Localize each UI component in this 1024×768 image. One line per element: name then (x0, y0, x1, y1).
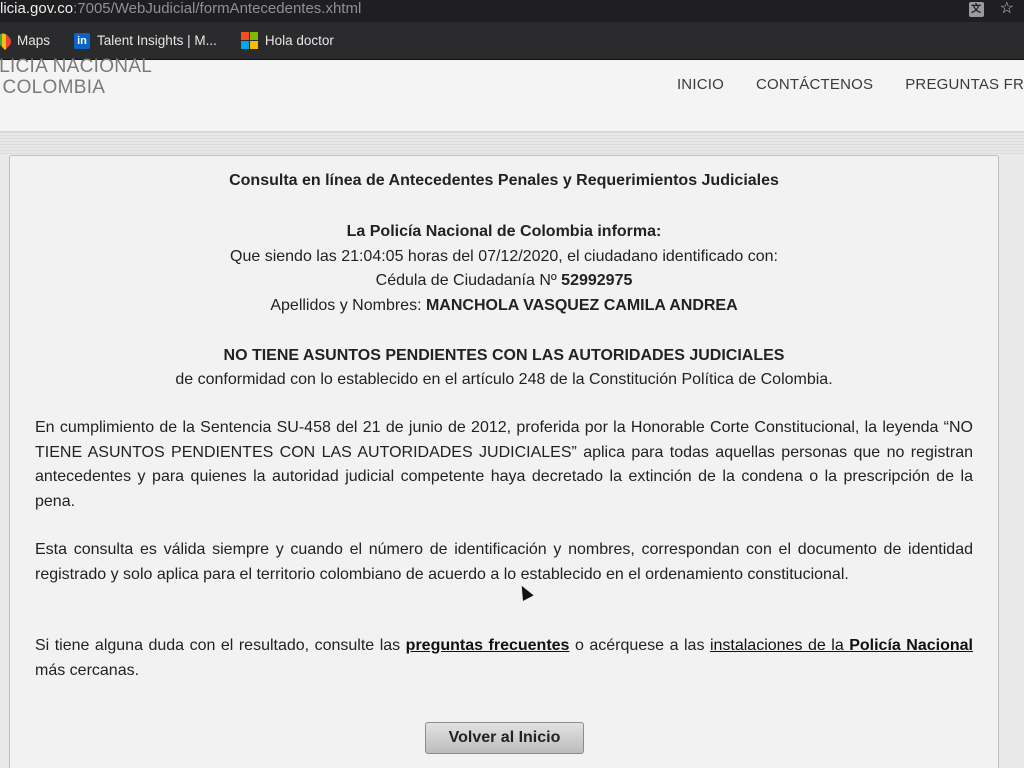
bookmark-star-icon[interactable]: ☆ (1000, 1, 1014, 17)
nav-inicio[interactable]: INICIO (677, 76, 724, 93)
stations-link-text: instalaciones de la (709, 637, 850, 654)
verdict-text: NO TIENE ASUNTOS PENDIENTES CON LAS AUTO… (223, 347, 785, 364)
time-prefix: Que siendo las (230, 247, 342, 265)
nav-preguntas-frecuentes[interactable]: PREGUNTAS FR (905, 76, 1024, 93)
name-line: Apellidos y Nombres: MANCHOLA VASQUEZ CA… (10, 294, 998, 319)
bookmarks-bar: Maps in Talent Insights | M... Hola doct… (0, 22, 1024, 60)
result-panel: Consulta en línea de Antecedentes Penale… (9, 155, 999, 768)
header-stripe (0, 132, 1024, 154)
citizen-name: MANCHOLA VASQUEZ CAMILA ANDREA (425, 296, 738, 314)
verdict-basis: de conformidad con lo establecido en el … (175, 371, 833, 388)
time-suffix: , el ciudadano identificado con: (558, 247, 778, 265)
stations-link-bold: Policía Nacional (849, 637, 973, 654)
validity-paragraph: Esta consulta es válida siempre y cuando… (35, 541, 973, 583)
help-prefix: Si tiene alguna duda con el resultado, c… (35, 637, 406, 654)
bookmark-label: Talent Insights | M... (97, 33, 217, 48)
maps-icon (0, 30, 14, 51)
informa-heading: La Policía Nacional de Colombia informa: (346, 223, 662, 240)
time-mid: horas del (403, 247, 479, 265)
consult-time: 21:04:05 (341, 247, 404, 265)
brand-line-1: OLICIA NACIONAL (0, 56, 153, 77)
consult-time-line: Que siendo las 21:04:05 horas del 07/12/… (10, 245, 998, 270)
back-to-home-button[interactable]: Volver al Inicio (425, 722, 584, 754)
bookmark-maps[interactable]: Maps (0, 30, 51, 51)
nav-contactenos[interactable]: CONTÁCTENOS (756, 76, 873, 93)
id-label: Cédula de Ciudadanía Nº (375, 272, 562, 289)
address-bar[interactable]: licia.gov.co:7005/WebJudicial/formAntece… (0, 0, 1024, 22)
translate-icon[interactable]: 文 (968, 1, 984, 17)
faq-link[interactable]: preguntas frecuentes (406, 637, 570, 654)
id-line: Cédula de Ciudadanía Nº 52992975 (10, 269, 998, 294)
url-host: licia.gov.co (0, 0, 74, 17)
url-path: :7005/WebJudicial/formAntecedentes.xhtml (73, 0, 362, 17)
site-logo-text[interactable]: OLICIA NACIONAL E COLOMBIA (0, 56, 152, 98)
site-header: OLICIA NACIONAL E COLOMBIA INICIO CONTÁC… (0, 56, 1024, 132)
brand-line-2: E COLOMBIA (0, 77, 106, 98)
consult-date: 07/12/2020 (478, 247, 559, 265)
sentencia-paragraph: En cumplimiento de la Sentencia SU-458 d… (35, 419, 973, 510)
name-label: Apellidos y Nombres: (270, 296, 426, 314)
citizen-info: La Policía Nacional de Colombia informa:… (10, 220, 998, 318)
main-nav: INICIO CONTÁCTENOS PREGUNTAS FR (677, 76, 1024, 93)
microsoft-icon (240, 32, 258, 49)
bookmark-label: Hola doctor (264, 33, 334, 48)
police-stations-link[interactable]: instalaciones de la Policía Nacional (710, 637, 973, 654)
help-suffix: más cercanas. (35, 661, 140, 679)
page-title: Consulta en línea de Antecedentes Penale… (229, 172, 779, 189)
id-number: 52992975 (561, 272, 633, 289)
help-mid: o acérquese a las (569, 637, 710, 654)
bookmark-label: Maps (17, 33, 51, 48)
verdict: NO TIENE ASUNTOS PENDIENTES CON LAS AUTO… (10, 344, 998, 392)
help-paragraph: Si tiene alguna duda con el resultado, c… (35, 634, 973, 683)
bookmark-talent-insights[interactable]: in Talent Insights | M... (74, 32, 217, 49)
bookmark-hola-doctor[interactable]: Hola doctor (240, 32, 334, 49)
linkedin-icon: in (74, 32, 91, 49)
